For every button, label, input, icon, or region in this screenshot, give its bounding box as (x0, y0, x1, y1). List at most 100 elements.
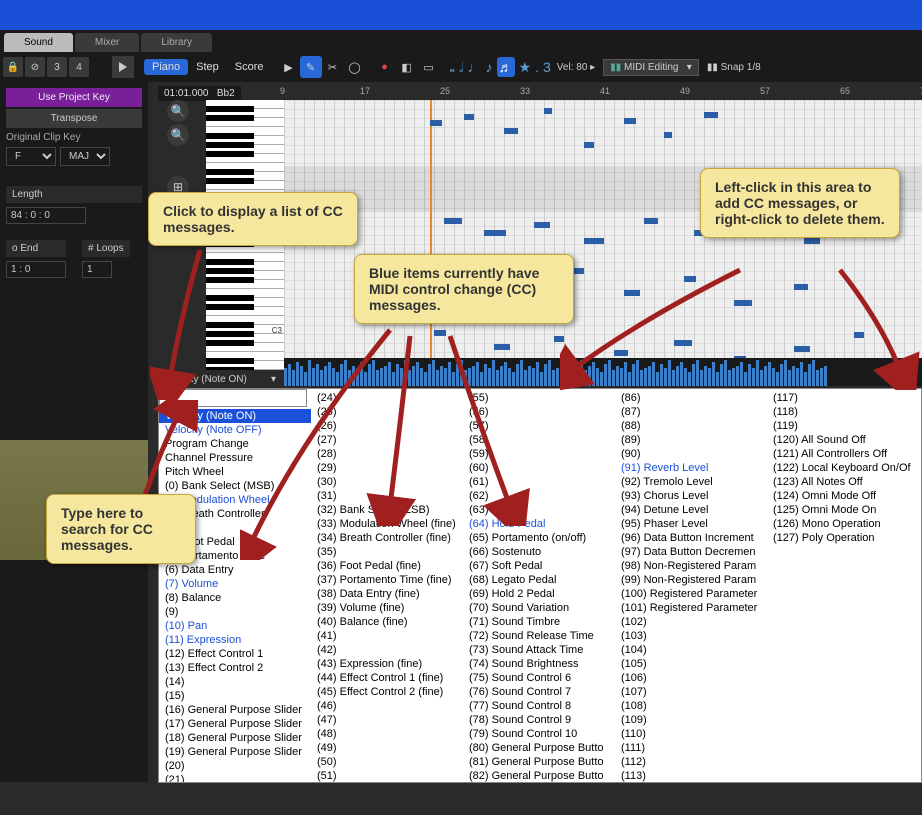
length-input[interactable] (6, 207, 86, 224)
cc-bar[interactable] (540, 372, 543, 386)
cut-icon[interactable]: ✂ (322, 56, 344, 78)
midi-note[interactable] (484, 230, 506, 236)
cc-list-item[interactable]: (42) (311, 643, 463, 657)
audio-icon[interactable]: ▭ (418, 56, 440, 78)
cc-bar[interactable] (760, 370, 763, 386)
cc-list-item[interactable]: (51) (311, 769, 463, 782)
cc-list-item[interactable]: (99) Non-Registered Param (615, 573, 767, 587)
cc-list-item[interactable]: (106) (615, 671, 767, 685)
cc-list-item[interactable]: (91) Reverb Level (615, 461, 767, 475)
cc-list-item[interactable]: (105) (615, 657, 767, 671)
cc-list-item[interactable]: (8) Balance (159, 591, 311, 605)
cc-list-item[interactable]: (97) Data Button Decremen (615, 545, 767, 559)
cc-list-item[interactable]: (92) Tremolo Level (615, 475, 767, 489)
cc-bar[interactable] (776, 372, 779, 386)
cc-list-item[interactable]: (15) (159, 689, 311, 703)
cc-list-item[interactable]: (6) Data Entry (159, 563, 311, 577)
cc-list-item[interactable]: (88) (615, 419, 767, 433)
midi-note[interactable] (664, 132, 672, 138)
midi-note[interactable] (794, 346, 810, 352)
cc-list-item[interactable]: (7) Volume (159, 577, 311, 591)
midi-editing-select[interactable]: ▮▮ MIDI Editing ▾ (603, 59, 699, 76)
cc-list-item[interactable]: (77) Sound Control 8 (463, 699, 615, 713)
timesig-3[interactable]: 3 (47, 57, 67, 77)
cc-list-item[interactable]: (98) Non-Registered Param (615, 559, 767, 573)
note-dot[interactable]: . (535, 59, 539, 75)
cc-list-item[interactable]: (127) Poly Operation (767, 531, 919, 545)
cc-list-item[interactable]: (76) Sound Control 7 (463, 685, 615, 699)
cc-list-item[interactable]: (47) (311, 713, 463, 727)
cc-list-item[interactable]: (75) Sound Control 6 (463, 671, 615, 685)
cc-list-item[interactable]: (39) Volume (fine) (311, 601, 463, 615)
midi-note[interactable] (444, 218, 462, 224)
mode-step[interactable]: Step (188, 59, 227, 75)
cc-bar[interactable] (788, 370, 791, 386)
cc-list-item[interactable]: (70) Sound Variation (463, 601, 615, 615)
cc-list-item[interactable]: (68) Legato Pedal (463, 573, 615, 587)
cc-list-item[interactable]: (13) Effect Control 2 (159, 661, 311, 675)
cc-list-item[interactable]: (112) (615, 755, 767, 769)
cc-list-item[interactable]: (108) (615, 699, 767, 713)
midi-note[interactable] (504, 128, 518, 134)
snap-select[interactable]: ▮▮ Snap 1/8 (707, 62, 761, 73)
cc-bar[interactable] (544, 364, 547, 386)
midi-note[interactable] (584, 238, 604, 244)
cc-list-item[interactable]: (90) (615, 447, 767, 461)
cc-list-item[interactable]: (37) Portamento Time (fine) (311, 573, 463, 587)
velocity-value[interactable]: 80 (576, 62, 587, 73)
cc-list-item[interactable]: (48) (311, 727, 463, 741)
cc-list-item[interactable]: (125) Omni Mode On (767, 503, 919, 517)
cc-list-item[interactable]: (67) Soft Pedal (463, 559, 615, 573)
cc-list-item[interactable]: (16) General Purpose Slider (159, 703, 311, 717)
cc-bar[interactable] (792, 366, 795, 386)
time-ruler[interactable]: 91725334149576573 (280, 86, 922, 100)
note-quarter[interactable]: ♩ (468, 59, 482, 75)
cc-list-item[interactable]: (87) (615, 405, 767, 419)
transpose-button[interactable]: Transpose (6, 109, 142, 128)
midi-note[interactable] (794, 284, 808, 290)
midi-note[interactable] (804, 238, 820, 244)
cc-list-item[interactable]: (78) Sound Control 9 (463, 713, 615, 727)
cc-bar[interactable] (548, 360, 551, 386)
note-tuplet[interactable]: 3 (543, 59, 551, 75)
key-select[interactable]: F (6, 147, 56, 166)
cc-list-item[interactable]: (81) General Purpose Butto (463, 755, 615, 769)
cc-list-item[interactable]: (11) Expression (159, 633, 311, 647)
cc-bar[interactable] (764, 366, 767, 386)
cc-list-item[interactable]: (94) Detune Level (615, 503, 767, 517)
cc-list-item[interactable]: (120) All Sound Off (767, 433, 919, 447)
mode-score[interactable]: Score (227, 59, 272, 75)
cc-list-item[interactable]: (50) (311, 755, 463, 769)
note-whole[interactable]: 𝅝 (450, 59, 456, 76)
midi-note[interactable] (464, 114, 474, 120)
cc-list-item[interactable]: (113) (615, 769, 767, 782)
cc-list-item[interactable]: (96) Data Button Increment (615, 531, 767, 545)
cc-list-item[interactable]: (111) (615, 741, 767, 755)
cc-list-item[interactable]: (20) (159, 759, 311, 773)
scale-select[interactable]: MAJ (60, 147, 110, 166)
loops-input[interactable] (82, 261, 112, 278)
cc-list-item[interactable]: (36) Foot Pedal (fine) (311, 559, 463, 573)
cc-list-item[interactable]: (66) Sostenuto (463, 545, 615, 559)
cc-list-item[interactable]: (95) Phaser Level (615, 517, 767, 531)
cc-list-item[interactable]: (102) (615, 615, 767, 629)
play-button[interactable] (112, 56, 134, 78)
cc-list-item[interactable]: (110) (615, 727, 767, 741)
cc-bar[interactable] (552, 370, 555, 386)
midi-note[interactable] (430, 120, 442, 126)
tab-mixer[interactable]: Mixer (75, 33, 139, 52)
cc-list-item[interactable]: (43) Expression (fine) (311, 657, 463, 671)
cc-list-item[interactable]: (100) Registered Parameter (615, 587, 767, 601)
use-project-key-button[interactable]: Use Project Key (6, 88, 142, 107)
erase-icon[interactable]: ◯ (344, 56, 366, 78)
timesig-4[interactable]: 4 (69, 57, 89, 77)
cc-list-item[interactable]: (10) Pan (159, 619, 311, 633)
cc-list-item[interactable]: (74) Sound Brightness (463, 657, 615, 671)
disable-icon[interactable]: ⊘ (25, 57, 45, 77)
cc-list-item[interactable]: (122) Local Keyboard On/Of (767, 461, 919, 475)
cc-list-item[interactable]: (123) All Notes Off (767, 475, 919, 489)
note-eighth[interactable]: ♪ (486, 59, 493, 75)
cursor-icon[interactable]: ▶ (278, 56, 300, 78)
cc-list-item[interactable]: (101) Registered Parameter (615, 601, 767, 615)
loop-icon[interactable]: ◧ (396, 56, 418, 78)
